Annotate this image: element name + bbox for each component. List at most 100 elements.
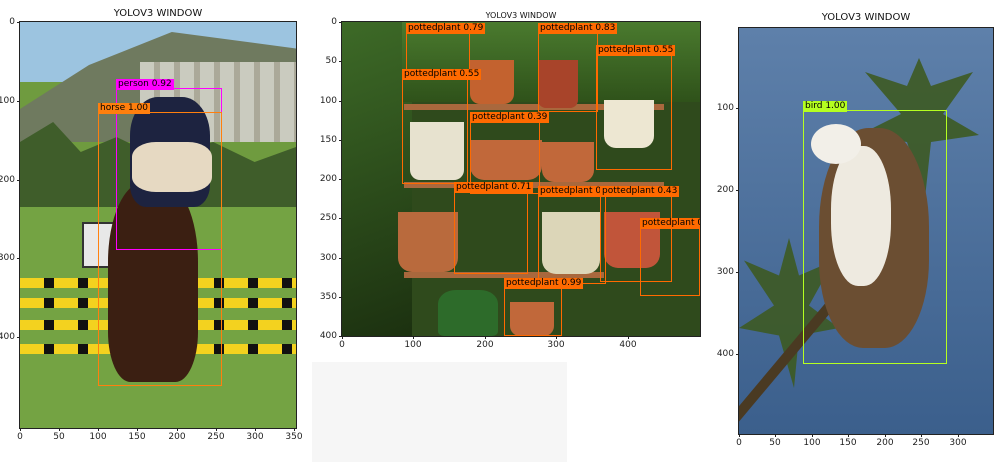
y-tick-mark [17,22,20,23]
y-tick-mark [339,61,342,62]
x-tick-label: 200 [476,340,494,350]
x-tick-label: 200 [168,432,186,442]
y-tick-label: 350 [319,292,337,302]
x-tick-mark [98,428,99,431]
detection-label-plant-9: pottedplant 0.7 [640,218,700,229]
x-tick-label: 50 [53,432,65,442]
y-tick-mark [339,218,342,219]
x-tick-label: 0 [339,340,345,350]
y-tick-label: 100 [716,103,734,113]
x-tick-mark [556,336,557,339]
x-tick-label: 300 [246,432,264,442]
y-tick-mark [17,180,20,181]
y-tick-label: 50 [325,56,337,66]
detection-box-plant-6 [454,190,528,274]
detection-box-bird [803,110,947,364]
panel-2-title: YOLOV3 WINDOW [485,11,557,20]
x-tick-mark [848,434,849,437]
y-tick-mark [736,354,739,355]
y-tick-mark [17,101,20,102]
detection-label-plant-3: pottedplant 0.55 [402,69,482,80]
detection-box-plant-10 [504,286,562,336]
detection-label-plant-10: pottedplant 0.99 [504,278,584,289]
x-tick-mark [59,428,60,431]
detection-label-bird: bird 1.00 [803,101,848,112]
x-tick-mark [921,434,922,437]
y-tick-label: 300 [0,253,15,263]
x-tick-label: 150 [839,438,857,448]
detection-label-person: person 0.92 [116,79,174,90]
x-tick-label: 0 [17,432,23,442]
y-tick-mark [339,101,342,102]
detection-label-plant-5: pottedplant 0.39 [470,112,550,123]
y-tick-label: 200 [716,185,734,195]
panel-3-title: YOLOV3 WINDOW [821,12,911,23]
detection-box-plant-9 [640,226,700,296]
detection-label-plant-1: pottedplant 0.79 [406,23,486,34]
pot-7 [398,212,458,272]
x-tick-mark [812,434,813,437]
y-tick-mark [339,22,342,23]
y-tick-label: 300 [716,267,734,277]
x-tick-mark [413,336,414,339]
detection-box-plant-2 [538,30,598,112]
y-tick-mark [736,272,739,273]
detection-label-plant-8: pottedplant 0.43 [600,186,680,197]
y-tick-mark [339,179,342,180]
y-tick-label: 150 [319,135,337,145]
x-tick-label: 150 [128,432,146,442]
y-tick-label: 0 [331,17,337,27]
y-tick-label: 400 [319,331,337,341]
x-tick-label: 300 [547,340,565,350]
x-tick-label: 100 [89,432,107,442]
x-tick-mark [775,434,776,437]
y-tick-label: 250 [319,213,337,223]
x-tick-label: 50 [769,438,781,448]
x-tick-mark [177,428,178,431]
detection-label-plant-2: pottedplant 0.83 [538,23,618,34]
x-tick-mark [885,434,886,437]
x-tick-label: 400 [619,340,637,350]
y-tick-mark [17,337,20,338]
panel-1-title: YOLOV3 WINDOW [113,8,203,19]
x-tick-label: 100 [803,438,821,448]
y-tick-mark [736,190,739,191]
y-tick-mark [339,140,342,141]
x-tick-mark [628,336,629,339]
y-tick-mark [736,108,739,109]
y-tick-label: 200 [319,174,337,184]
x-tick-mark [485,336,486,339]
x-tick-mark [216,428,217,431]
detection-label-plant-4: pottedplant 0.55 [596,45,676,56]
detection-box-plant-4 [596,52,672,170]
x-tick-label: 100 [404,340,422,350]
y-tick-mark [17,258,20,259]
x-tick-label: 200 [876,438,894,448]
y-tick-label: 100 [0,96,15,106]
y-tick-label: 400 [0,332,15,342]
detection-box-plant-3 [402,74,468,184]
x-tick-label: 300 [949,438,967,448]
y-tick-mark [339,297,342,298]
pot-1 [470,60,514,104]
x-tick-mark [342,336,343,339]
pot-11 [438,290,498,336]
detection-label-horse: horse 1.00 [98,103,151,114]
panel-2-image: pottedplant 0.79 pottedplant 0.83 potted… [341,21,701,337]
x-tick-label: 250 [207,432,225,442]
y-tick-mark [339,258,342,259]
y-tick-label: 100 [319,96,337,106]
pot-5 [542,142,594,182]
y-tick-label: 200 [0,175,15,185]
detection-box-horse [98,112,222,386]
y-tick-label: 300 [319,253,337,263]
x-tick-mark [739,434,740,437]
x-tick-mark [137,428,138,431]
y-tick-mark [339,336,342,337]
x-tick-label: 0 [736,438,742,448]
panel-3-image: bird 1.00 [738,27,994,435]
x-tick-label: 350 [285,432,303,442]
x-tick-mark [20,428,21,431]
x-tick-label: 250 [912,438,930,448]
panel-1-image: person 0.92 horse 1.00 [19,21,297,429]
